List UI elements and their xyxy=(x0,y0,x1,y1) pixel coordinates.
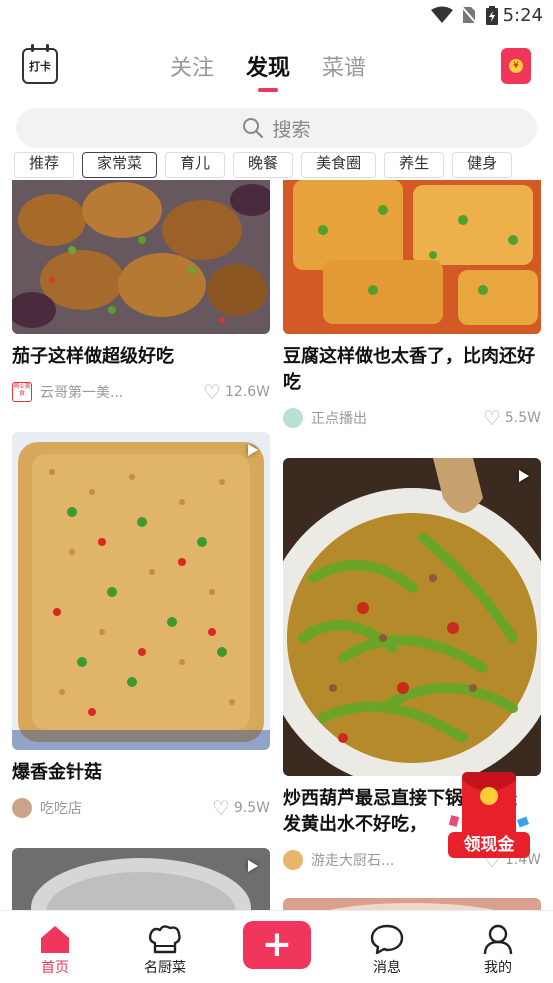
likes-count: 9.5W xyxy=(233,800,270,816)
recipe-card[interactable]: 豆腐这样做也太香了，比肉还好吃 正点播出 ♡ 5.5W xyxy=(283,180,541,430)
tab-recipes[interactable]: 菜谱 xyxy=(322,50,366,90)
profile-icon xyxy=(483,924,513,955)
category-wellness[interactable]: 养生 xyxy=(384,152,445,178)
heart-icon: ♡ xyxy=(482,406,501,430)
author-avatar xyxy=(12,798,32,818)
category-parenting[interactable]: 育儿 xyxy=(165,152,226,178)
category-home-cooking[interactable]: 家常菜 xyxy=(82,152,158,178)
category-dinner[interactable]: 晚餐 xyxy=(233,152,294,178)
play-icon xyxy=(248,860,258,872)
checkin-label: 打卡 xyxy=(29,60,51,73)
category-bar: 推荐 家常菜 育儿 晚餐 美食圈 养生 健身 xyxy=(0,152,553,178)
recipe-image xyxy=(283,458,541,776)
recipe-meta: 萌①美食 云哥第一美... ♡ 12.6W xyxy=(12,380,270,404)
recipe-image xyxy=(12,180,270,334)
chef-hat-icon xyxy=(148,925,181,954)
category-fitness[interactable]: 健身 xyxy=(452,152,513,178)
top-tabs: 关注 发现 菜谱 xyxy=(170,50,366,92)
author-name: 正点播出 xyxy=(311,411,367,427)
search-icon xyxy=(243,118,264,139)
recipe-meta: 吃吃店 ♡ 9.5W xyxy=(12,796,270,820)
play-icon xyxy=(248,444,258,456)
message-icon xyxy=(370,924,404,955)
wifi-icon xyxy=(431,6,453,23)
claim-cash-label: 领现金 xyxy=(463,835,515,855)
clock: 5:24 xyxy=(502,5,543,26)
no-sim-icon xyxy=(461,6,477,24)
likes-count: 5.5W xyxy=(504,410,541,426)
top-bar: 打卡 关注 发现 菜谱 ¥ xyxy=(0,42,553,98)
plus-icon: + xyxy=(261,924,293,965)
likes[interactable]: ♡ 12.6W xyxy=(203,382,270,402)
author-avatar xyxy=(283,408,303,428)
nav-home-label: 首页 xyxy=(41,960,69,976)
bottom-nav: 首页 名厨菜 + 消息 我的 xyxy=(0,910,553,983)
checkin-button[interactable]: 打卡 xyxy=(22,44,58,84)
category-recommend[interactable]: 推荐 xyxy=(14,152,75,178)
recipe-image xyxy=(283,898,541,910)
recipe-card[interactable]: 茄子这样做超级好吃 萌①美食 云哥第一美... ♡ 12.6W xyxy=(12,180,270,404)
author-avatar: 萌①美食 xyxy=(12,382,32,402)
status-bar: 5:24 xyxy=(0,0,553,30)
likes[interactable]: ♡ 5.5W xyxy=(483,408,541,428)
recipe-meta: 正点播出 ♡ 5.5W xyxy=(283,406,541,430)
nav-profile-label: 我的 xyxy=(484,960,512,976)
search-bar[interactable]: 搜索 xyxy=(16,108,537,148)
red-packet-button[interactable]: ¥ xyxy=(501,48,531,84)
recipe-image xyxy=(283,180,541,334)
coin-icon: ¥ xyxy=(509,59,523,73)
recipe-title: 豆腐这样做也太香了，比肉还好吃 xyxy=(283,346,535,393)
recipe-image xyxy=(12,432,270,750)
likes-count: 12.6W xyxy=(224,384,270,400)
recipe-title: 爆香金针菇 xyxy=(12,762,102,783)
recipe-image xyxy=(12,848,270,910)
author-name: 云哥第一美... xyxy=(40,385,124,401)
publish-button[interactable]: + xyxy=(243,921,311,969)
battery-icon xyxy=(486,6,498,25)
claim-cash-red-packet[interactable]: 领现金 xyxy=(448,770,530,862)
recipe-card[interactable] xyxy=(283,898,541,910)
home-icon xyxy=(41,926,69,953)
nav-home[interactable]: 首页 xyxy=(20,921,90,977)
recipe-card[interactable]: 爆香金针菇 吃吃店 ♡ 9.5W xyxy=(12,432,270,820)
category-food-circle[interactable]: 美食圈 xyxy=(301,152,377,178)
nav-messages-label: 消息 xyxy=(373,960,401,976)
nav-famous-chef-label: 名厨菜 xyxy=(144,960,186,976)
heart-icon: ♡ xyxy=(211,796,230,820)
play-icon xyxy=(519,470,529,482)
tab-discover[interactable]: 发现 xyxy=(246,50,290,92)
recipe-card[interactable] xyxy=(12,848,270,910)
author-name: 吃吃店 xyxy=(40,801,82,817)
search-placeholder: 搜索 xyxy=(272,118,311,141)
nav-famous-chef[interactable]: 名厨菜 xyxy=(130,921,200,977)
heart-icon: ♡ xyxy=(203,380,221,404)
tab-follow[interactable]: 关注 xyxy=(170,50,214,90)
author-avatar xyxy=(283,850,303,870)
likes[interactable]: ♡ 9.5W xyxy=(212,798,270,818)
nav-messages[interactable]: 消息 xyxy=(352,921,422,977)
recipe-title: 茄子这样做超级好吃 xyxy=(12,346,174,367)
nav-profile[interactable]: 我的 xyxy=(463,921,533,977)
